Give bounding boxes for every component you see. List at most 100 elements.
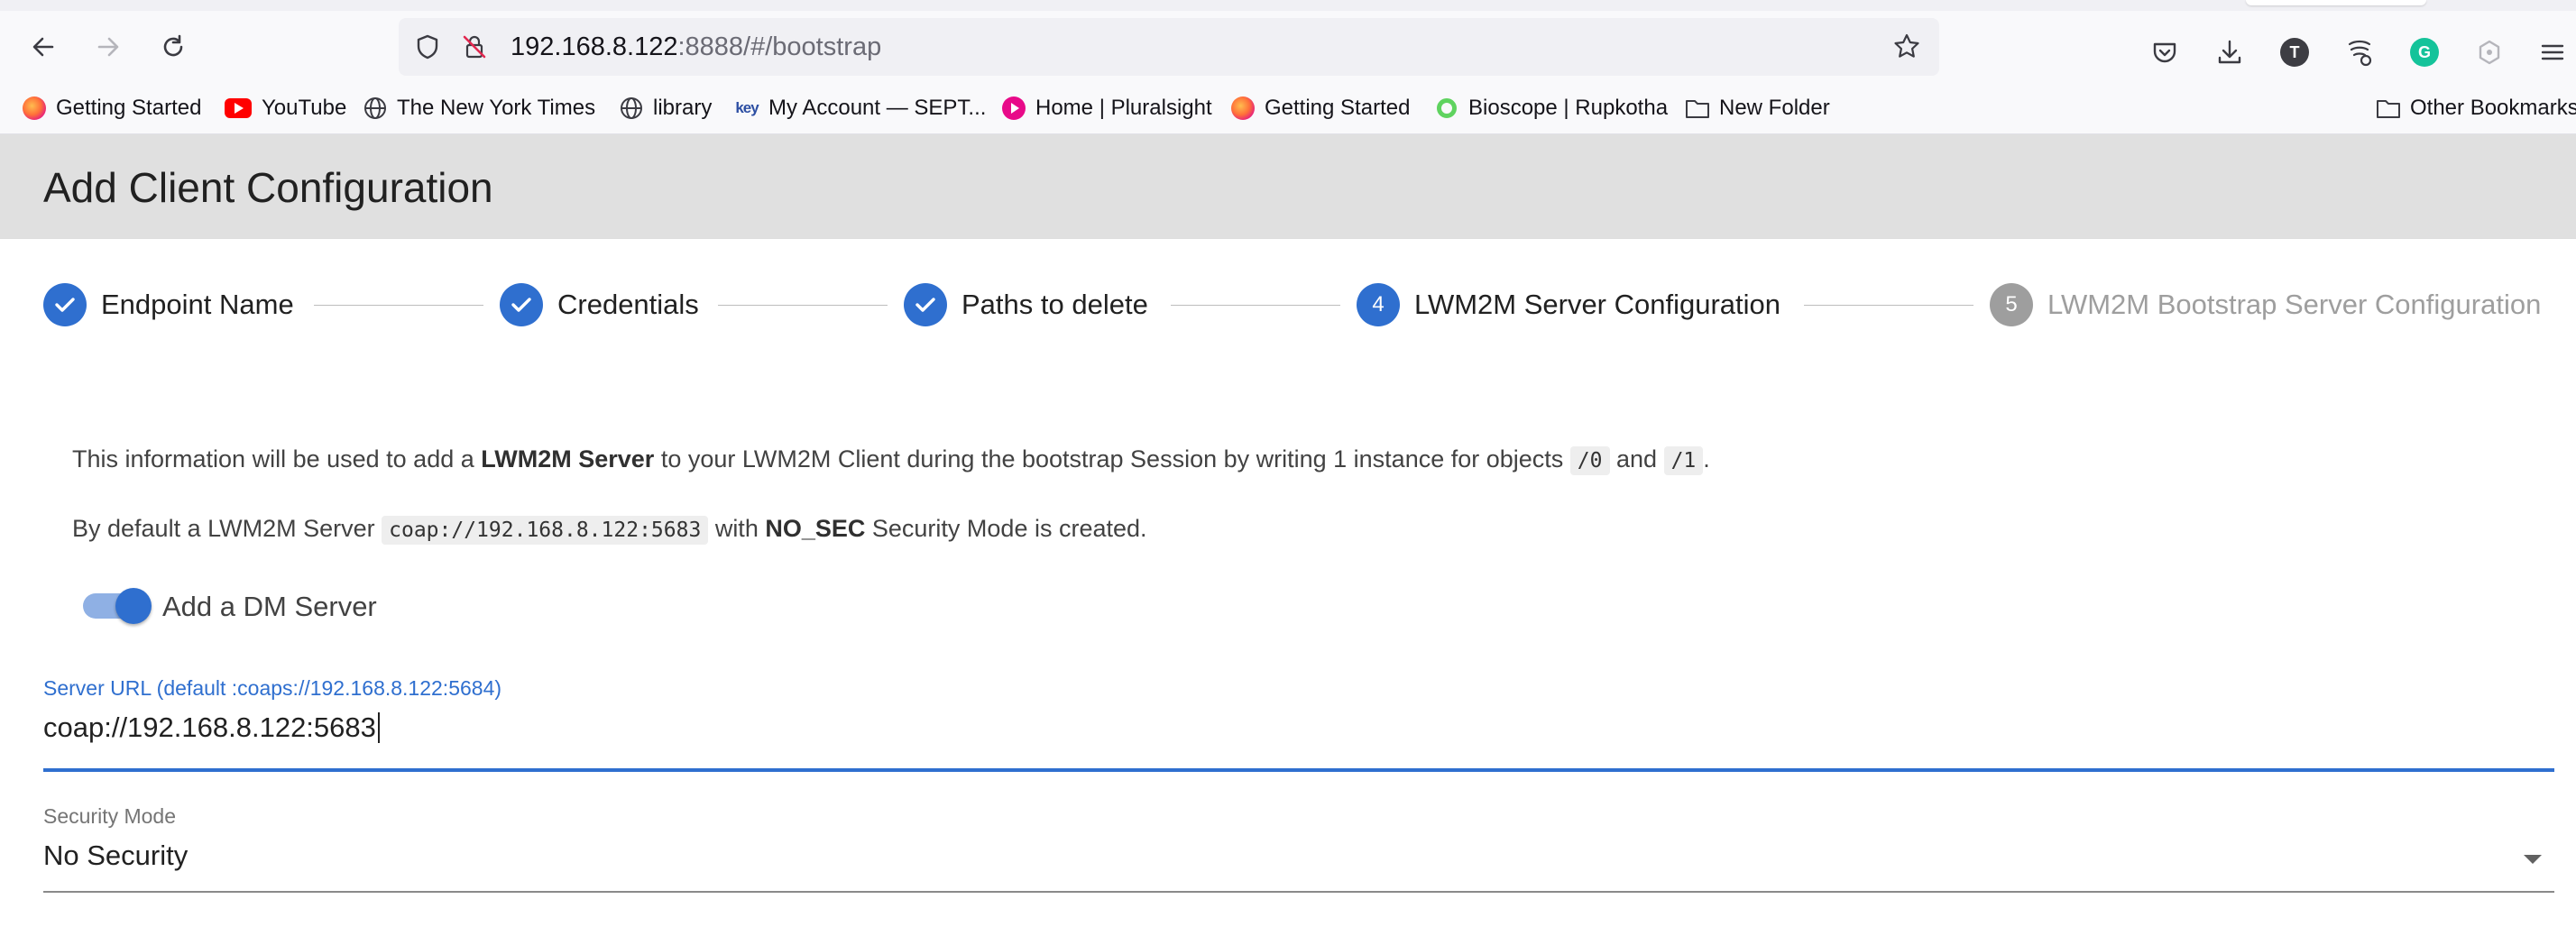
step-credentials[interactable]: Credentials: [500, 283, 699, 326]
globe-icon: [363, 96, 388, 121]
dropdown-arrow-icon[interactable]: [2524, 855, 2542, 864]
bookmark-label: My Account — SEPT...: [768, 96, 987, 120]
bookmark-label: Getting Started: [56, 96, 202, 120]
step-connector: [1804, 305, 1973, 306]
step-label: LWM2M Bootstrap Server Configuration: [2047, 289, 2542, 320]
step-label: Credentials: [557, 289, 699, 320]
key-icon: key: [734, 96, 759, 121]
toggle-knob: [115, 588, 152, 624]
bookmark-label: The New York Times: [397, 96, 596, 120]
account-button[interactable]: T: [2277, 34, 2313, 70]
info-text: This information will be used to add a: [72, 445, 482, 473]
extensions-button[interactable]: [2471, 34, 2507, 70]
bookmark-label: New Folder: [1719, 96, 1830, 120]
step-label: LWM2M Server Configuration: [1414, 289, 1781, 320]
bookmark-label: library: [653, 96, 713, 120]
info-text: Security Mode is created.: [865, 515, 1147, 542]
bookmark-new-folder[interactable]: New Folder: [1685, 94, 1830, 123]
server-url-field[interactable]: Server URL (default :coaps://192.168.8.1…: [43, 676, 2554, 772]
step-connector: [1171, 305, 1340, 306]
app-menu-button[interactable]: [2535, 34, 2571, 70]
info-code: /0: [1569, 446, 1610, 475]
bookmarks-toolbar: Getting Started YouTube The New York Tim…: [0, 83, 2576, 134]
bookmark-label: Getting Started: [1265, 96, 1411, 120]
server-url-label: Server URL (default :coaps://192.168.8.1…: [43, 676, 502, 700]
folder-icon: [1685, 96, 1710, 121]
bookmark-getting-started-2[interactable]: Getting Started: [1230, 94, 1410, 123]
address-bar[interactable]: 192.168.8.122:8888/#/bootstrap: [399, 18, 1939, 76]
folder-icon: [2376, 96, 2401, 121]
page-header: Add Client Configuration: [0, 134, 2576, 239]
firefox-icon: [22, 96, 47, 121]
info-text: with: [708, 515, 766, 542]
url-text[interactable]: 192.168.8.122:8888/#/bootstrap: [511, 32, 881, 61]
bookmark-getting-started[interactable]: Getting Started: [22, 94, 201, 123]
step-lwm2m-bootstrap-server-configuration[interactable]: 5 LWM2M Bootstrap Server Configuration: [1990, 283, 2541, 326]
bookmark-bioscope[interactable]: Bioscope | Rupkotha: [1434, 94, 1668, 123]
key-logo-text: key: [735, 99, 759, 116]
bookmark-star-button[interactable]: [1891, 31, 1923, 63]
bookmark-library[interactable]: library: [619, 94, 712, 123]
add-dm-server-toggle[interactable]: [83, 588, 152, 624]
server-url-value: coap://192.168.8.122:5683: [43, 711, 376, 743]
bookmark-youtube[interactable]: YouTube: [224, 94, 346, 123]
server-url-input[interactable]: coap://192.168.8.122:5683: [43, 711, 2554, 744]
pluralsight-icon: [1001, 96, 1026, 121]
bookmark-label: Bioscope | Rupkotha: [1468, 96, 1669, 120]
check-icon: [43, 283, 87, 326]
form-content: This information will be used to add a L…: [0, 371, 2576, 936]
globe-icon: [619, 96, 644, 121]
downloads-button[interactable]: [2212, 34, 2248, 70]
active-tab-edge[interactable]: [2246, 0, 2426, 5]
info-text: to your LWM2M Client during the bootstra…: [654, 445, 1570, 473]
pocket-icon: [2153, 42, 2176, 63]
url-host: 192.168.8.122: [511, 32, 678, 61]
insecure-connection-button[interactable]: [458, 31, 491, 63]
bookmark-label: YouTube: [262, 96, 347, 120]
url-path: :8888/#/bootstrap: [677, 32, 882, 61]
reload-icon: [163, 34, 183, 57]
forward-button[interactable]: [88, 27, 128, 67]
firefox-icon: [1230, 96, 1256, 121]
grammarly-button[interactable]: G: [2406, 34, 2443, 70]
info-paragraph-objects: This information will be used to add a L…: [72, 443, 1710, 477]
page-title: Add Client Configuration: [43, 164, 493, 211]
pocket-button[interactable]: [2147, 34, 2183, 70]
bookmark-label: Home | Pluralsight: [1035, 96, 1212, 120]
window-top-strip: [0, 0, 2576, 11]
info-paragraph-default: By default a LWM2M Server coap://192.168…: [72, 512, 1147, 546]
security-mode-select[interactable]: Security Mode No Security: [43, 804, 2554, 893]
info-text: and: [1609, 445, 1664, 473]
youtube-icon: [224, 96, 253, 121]
forward-arrow-icon: [97, 37, 119, 57]
step-label: Endpoint Name: [101, 289, 294, 320]
menu-icon: [2541, 44, 2564, 60]
insecure-lock-icon: [463, 35, 486, 59]
info-text: .: [1703, 445, 1710, 473]
text-caret: [377, 712, 380, 743]
back-button[interactable]: [23, 27, 63, 67]
step-number: 5: [1990, 283, 2033, 326]
reload-button[interactable]: [153, 27, 193, 67]
stepper: Endpoint Name Credentials Paths to delet…: [0, 239, 2576, 371]
step-paths-to-delete[interactable]: Paths to delete: [904, 283, 1148, 326]
security-mode-label: Security Mode: [43, 804, 177, 828]
browser-toolbar: 192.168.8.122:8888/#/bootstrap T G: [0, 11, 2576, 83]
tracking-protection-button[interactable]: [411, 31, 444, 63]
bioscope-icon: [1434, 96, 1459, 121]
bookmark-my-account[interactable]: key My Account — SEPT...: [734, 94, 986, 123]
grammarly-icon: G: [2410, 38, 2439, 67]
star-icon: [1894, 33, 1919, 58]
bookmark-pluralsight[interactable]: Home | Pluralsight: [1001, 94, 1212, 123]
other-bookmarks[interactable]: Other Bookmarks: [2376, 94, 2576, 123]
step-label: Paths to delete: [961, 289, 1148, 320]
add-dm-server-label[interactable]: Add a DM Server: [162, 591, 377, 623]
step-connector: [314, 305, 483, 306]
step-endpoint-name[interactable]: Endpoint Name: [43, 283, 294, 326]
other-bookmarks-label: Other Bookmarks: [2410, 96, 2576, 120]
bookmark-nytimes[interactable]: The New York Times: [363, 94, 595, 123]
extension-icon: [2348, 40, 2372, 67]
step-lwm2m-server-configuration[interactable]: 4 LWM2M Server Configuration: [1357, 283, 1780, 326]
step-number: 4: [1357, 283, 1400, 326]
extension-button[interactable]: [2341, 34, 2378, 70]
